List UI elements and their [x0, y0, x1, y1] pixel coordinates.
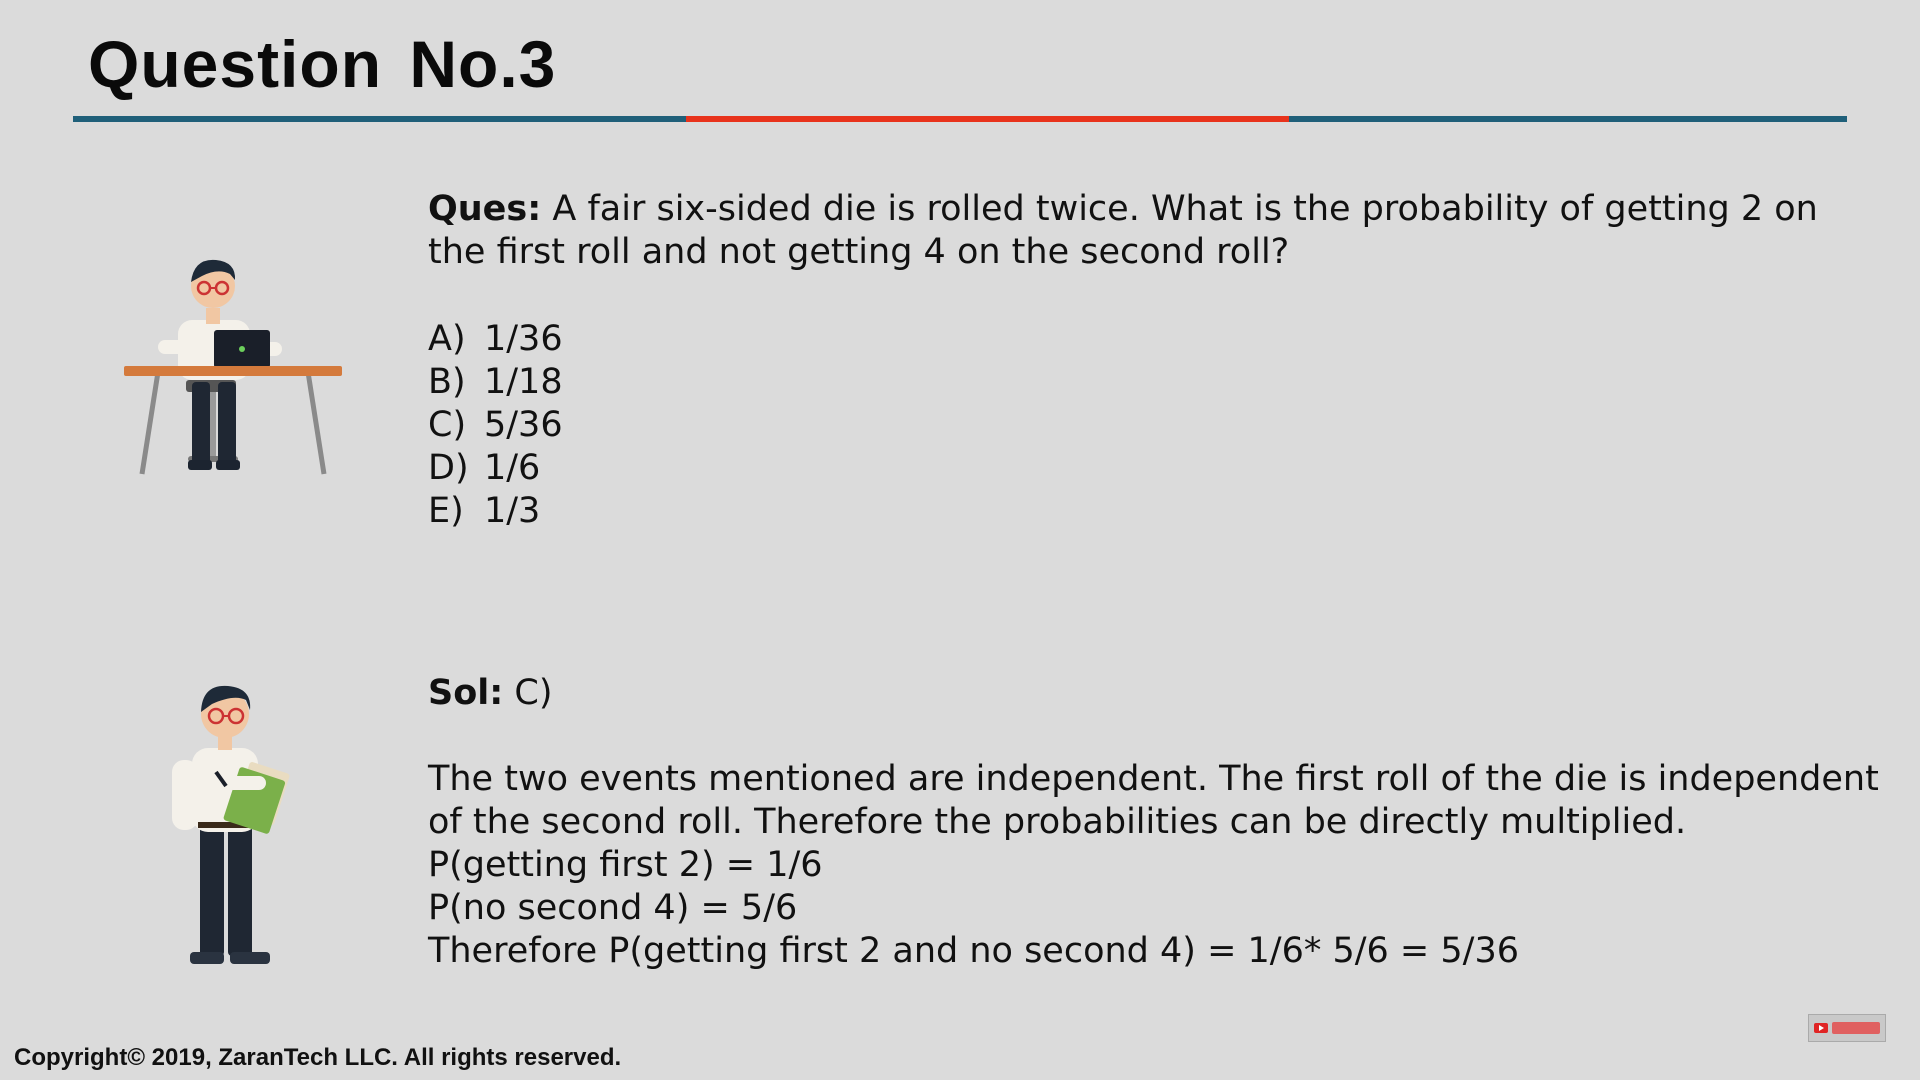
title-divider-accent	[686, 116, 1289, 122]
option-value: 1/36	[484, 319, 563, 359]
option-value: 1/3	[484, 491, 541, 531]
question-text: Ques: A fair six-sided die is rolled twi…	[428, 188, 1828, 274]
option-letter: D)	[428, 448, 469, 488]
solution-answer: C)	[503, 673, 553, 713]
solution-label: Sol:	[428, 673, 504, 713]
question-body: A fair six-sided die is rolled twice. Wh…	[428, 189, 1818, 272]
option-letter: C)	[428, 405, 467, 445]
explanation-line: P(no second 4) = 5/6	[428, 888, 798, 928]
solution-explanation: The two events mentioned are independent…	[428, 758, 1879, 973]
option-value: 1/6	[484, 448, 541, 488]
person-with-clipboard-illustration	[172, 685, 290, 964]
explanation-line: of the second roll. Therefore the probab…	[428, 802, 1687, 842]
option-c: C) 5/36	[428, 404, 563, 447]
option-a: A) 1/36	[428, 318, 563, 361]
option-d: D) 1/6	[428, 447, 563, 490]
subscribe-badge	[1832, 1022, 1880, 1034]
option-letter: B)	[428, 362, 466, 402]
option-letter: E)	[428, 491, 464, 531]
explanation-line: P(getting first 2) = 1/6	[428, 845, 823, 885]
option-value: 5/36	[484, 405, 563, 445]
option-value: 1/18	[484, 362, 563, 402]
subscribe-icon	[1814, 1023, 1828, 1033]
explanation-line: The two events mentioned are independent…	[428, 759, 1879, 799]
subscribe-button[interactable]	[1808, 1014, 1886, 1042]
solution-heading: Sol: C)	[428, 672, 552, 715]
question-label: Ques:	[428, 189, 542, 229]
explanation-line: Therefore P(getting first 2 and no secon…	[428, 931, 1519, 971]
page-title: Question No.3	[88, 27, 557, 101]
answer-options: A) 1/36 B) 1/18 C) 5/36 D) 1/6 E) 1/3	[428, 318, 563, 533]
person-at-desk-illustration	[124, 259, 342, 475]
title-divider	[73, 116, 1847, 122]
option-b: B) 1/18	[428, 361, 563, 404]
option-e: E) 1/3	[428, 490, 563, 533]
option-letter: A)	[428, 319, 466, 359]
copyright-notice: Copyright© 2019, ZaranTech LLC. All righ…	[14, 1044, 622, 1071]
